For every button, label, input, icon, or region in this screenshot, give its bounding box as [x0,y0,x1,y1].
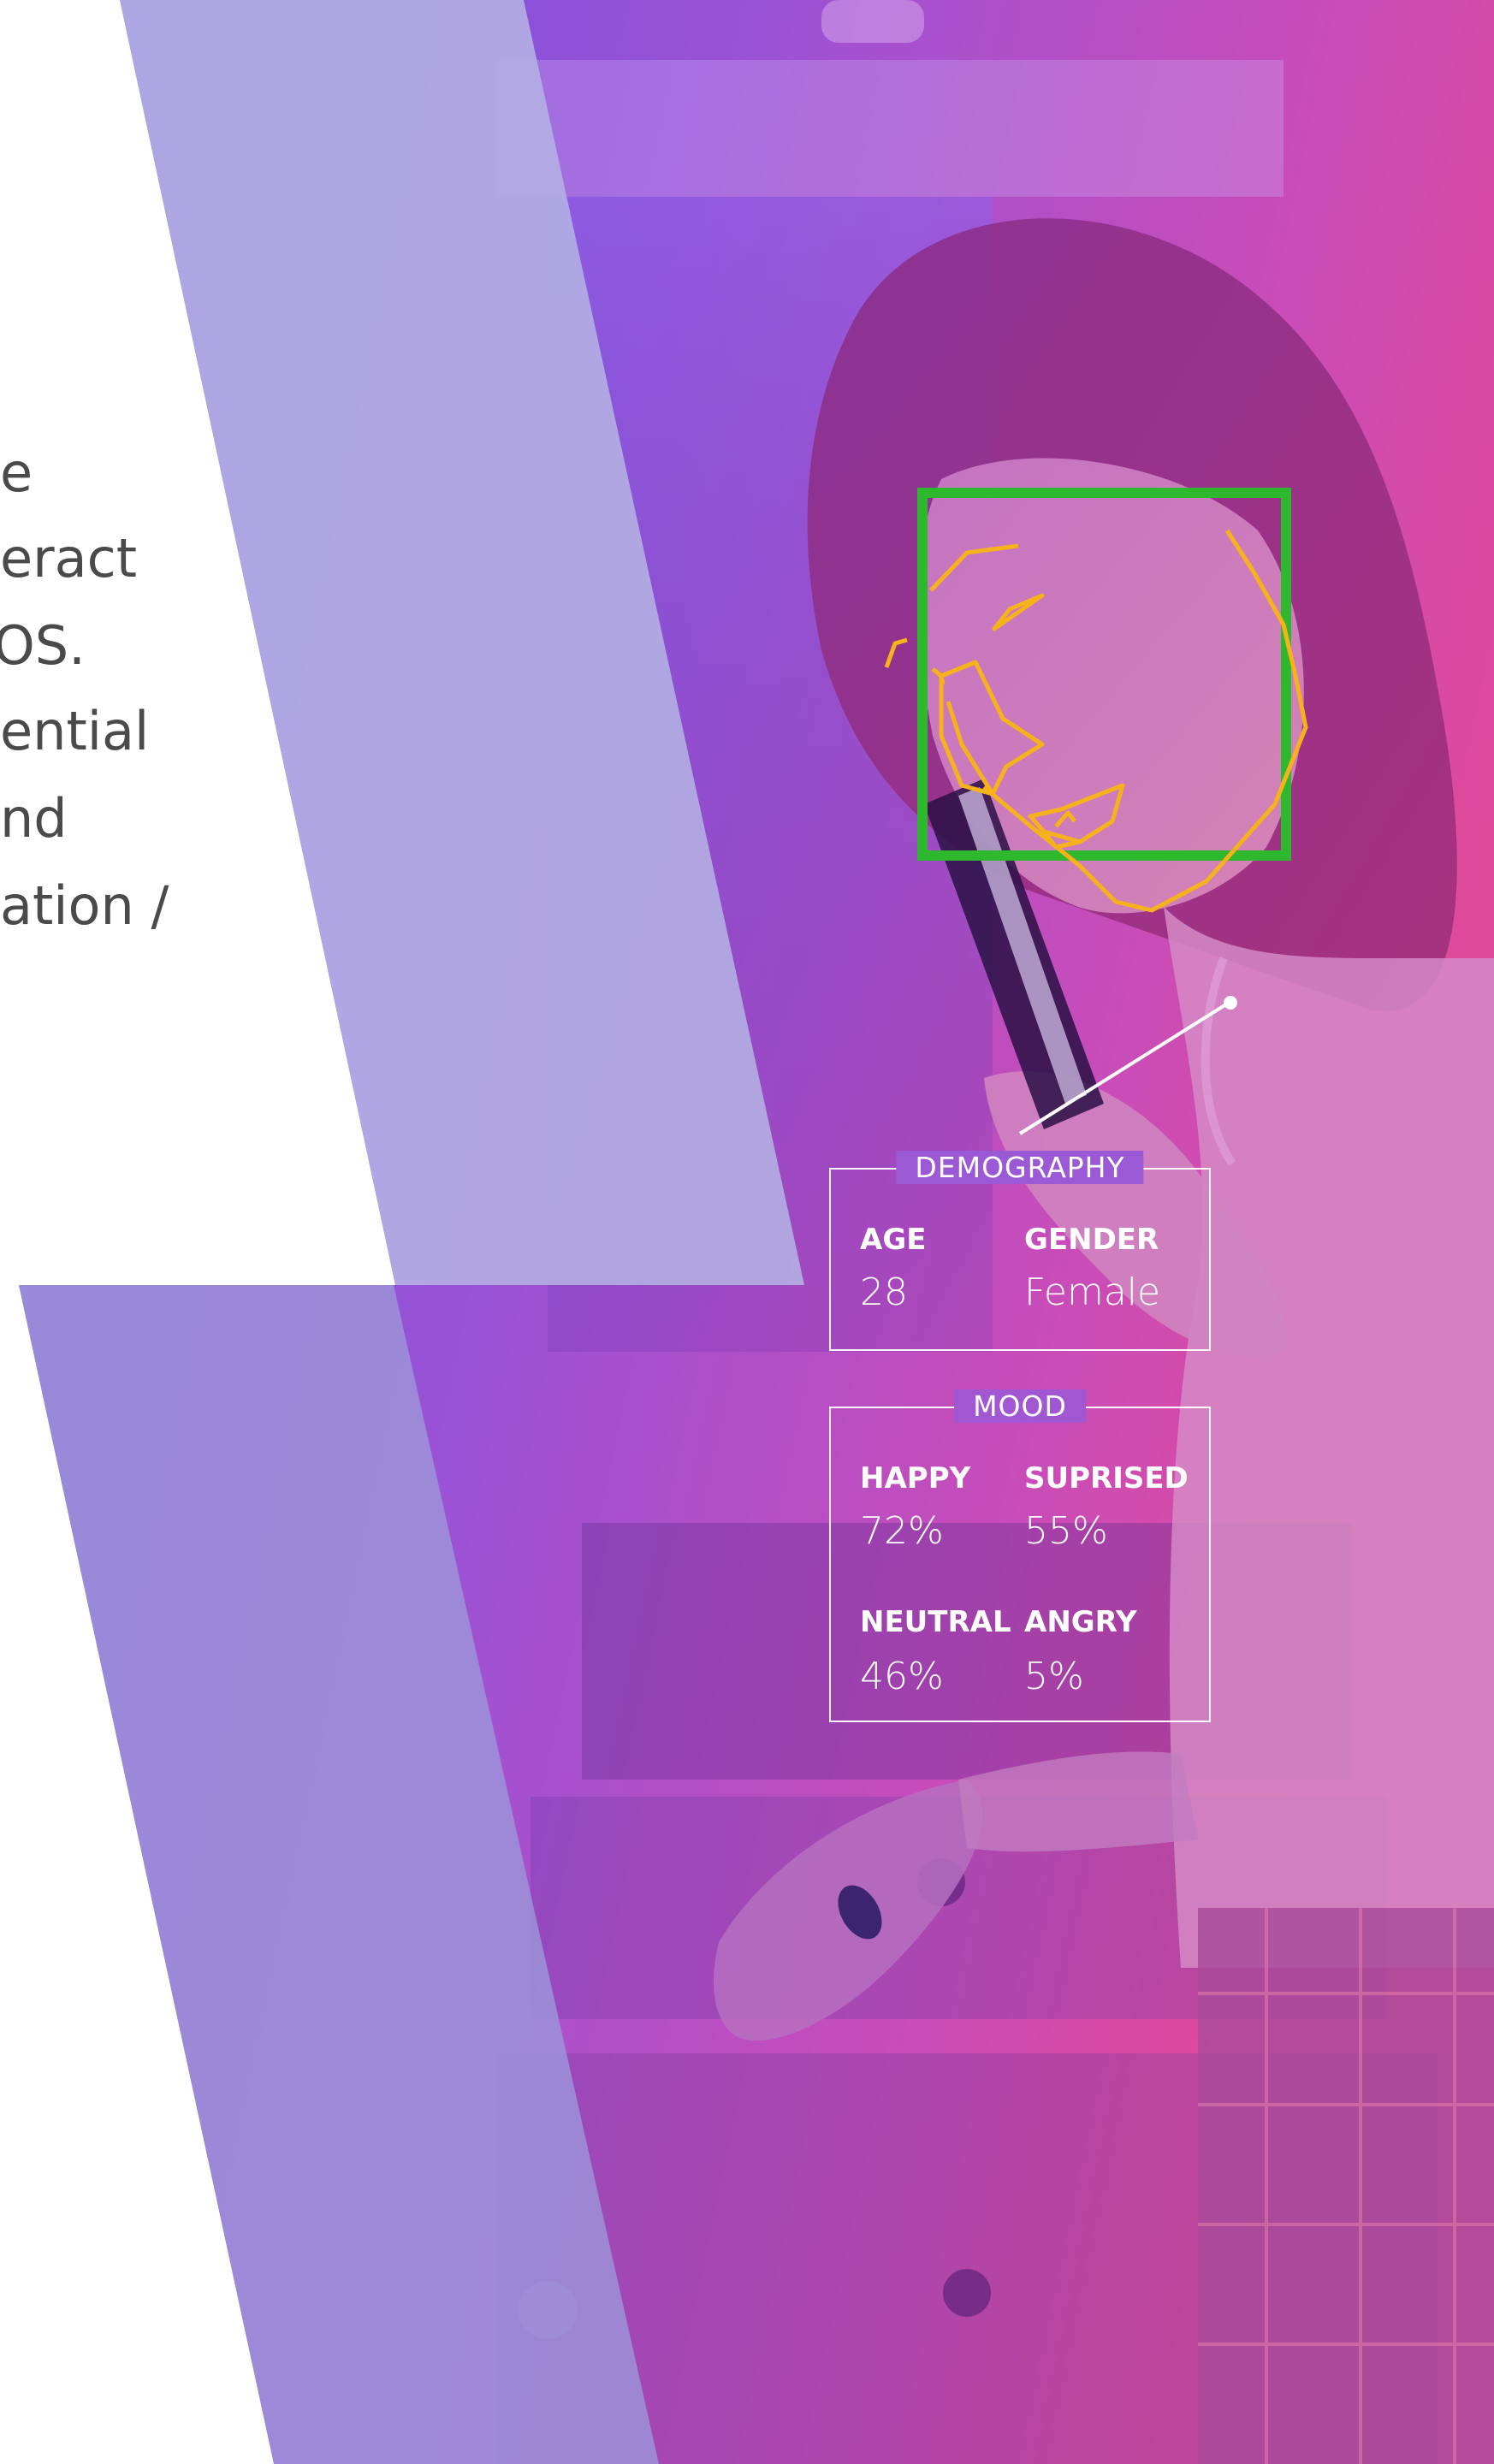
mood-panel: MOOD HAPPY 72% SUPRISED 55% NEUTRAL 46% … [829,1389,1211,1722]
skirt [1198,1908,1494,2464]
mood-label-neutral: NEUTRAL [860,1605,1011,1639]
intro-text-line-4: ential [0,700,150,762]
mood-label-happy: HAPPY [860,1461,971,1496]
mood-value-neutral: 46% [860,1655,944,1698]
mood-title: MOOD [954,1389,1086,1423]
mood-label-angry: ANGRY [1024,1605,1137,1639]
mood-value-surprised: 55% [1024,1509,1108,1553]
torso [1164,907,1494,1968]
mood-value-happy: 72% [860,1509,944,1553]
mood-value-angry: 5% [1024,1655,1084,1698]
intro-text-line-2: eract [0,527,138,589]
gender-label: GENDER [1024,1223,1159,1257]
intro-text-line-5: nd [0,787,68,850]
mood-label-surprised: SUPRISED [1024,1461,1189,1496]
intro-text-line-1: e [0,441,33,504]
demography-panel: DEMOGRAPHY AGE 28 GENDER Female [829,1151,1211,1351]
age-value: 28 [860,1270,908,1314]
intro-text-line-3: OS. [0,614,86,677]
gender-value: Female [1024,1270,1161,1314]
demography-title: DEMOGRAPHY [896,1151,1144,1184]
age-label: AGE [860,1223,927,1257]
background-photo [0,0,1494,2464]
intro-text-line-6: ation / [0,874,169,937]
connector-dot [1224,996,1237,1010]
